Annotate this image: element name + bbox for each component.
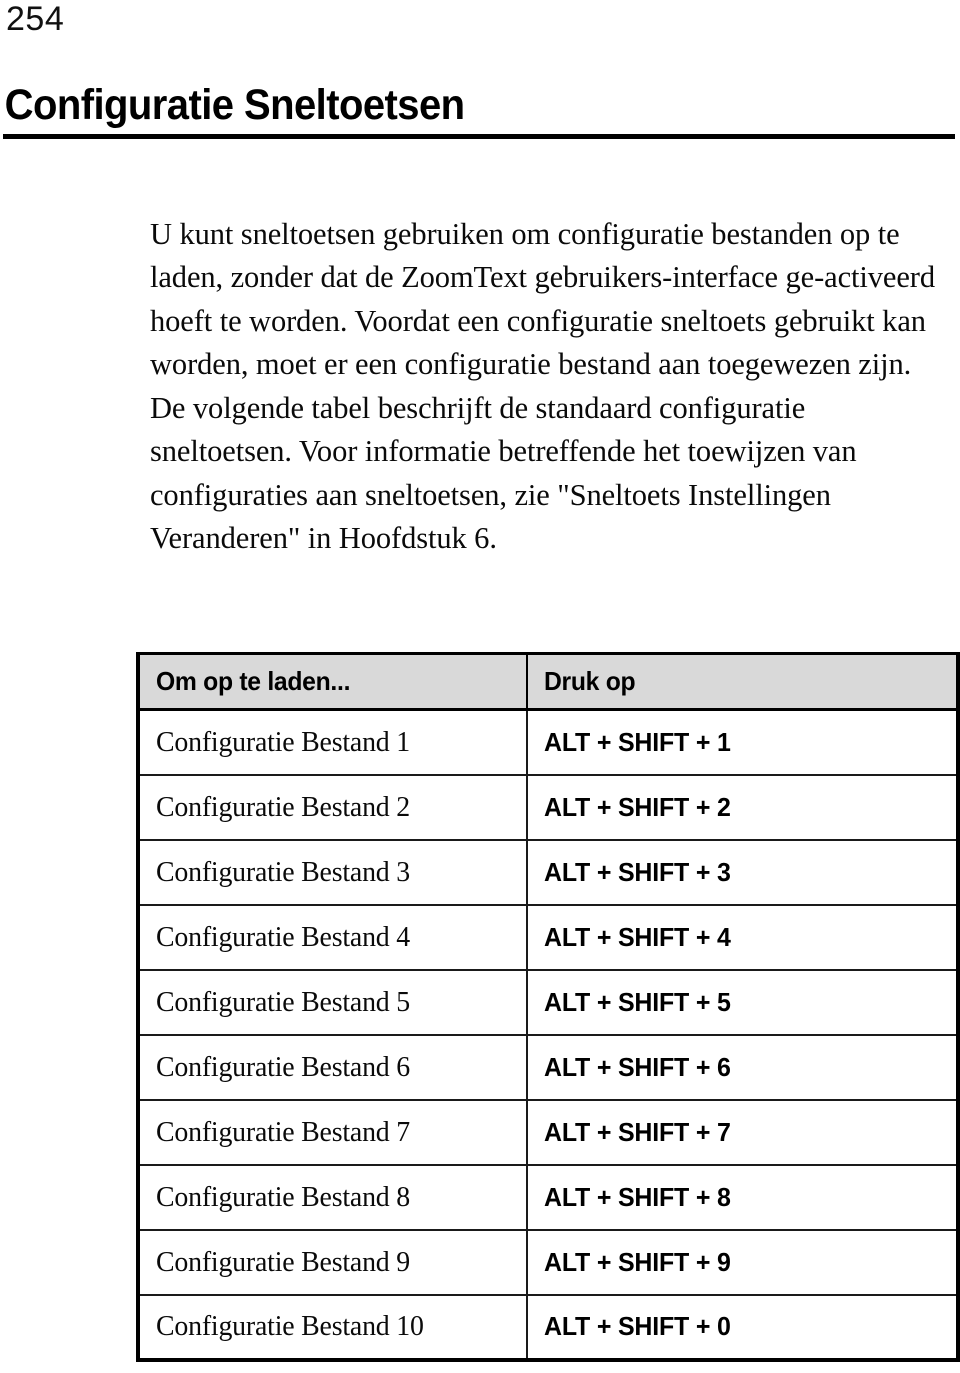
cell-action-label: Configuratie Bestand 3 (156, 855, 411, 888)
page-title: Configuratie Sneltoetsen (0, 81, 893, 129)
cell-keys: ALT + SHIFT + 1 (527, 709, 960, 776)
cell-keys-label: ALT + SHIFT + 6 (544, 1051, 731, 1082)
cell-keys: ALT + SHIFT + 9 (527, 1229, 960, 1296)
cell-action-label: Configuratie Bestand 5 (156, 985, 411, 1018)
table-row: Configuratie Bestand 8 ALT + SHIFT + 8 (136, 1164, 960, 1231)
cell-keys-label: ALT + SHIFT + 9 (544, 1246, 731, 1277)
page-heading-block: Configuratie Sneltoetsen (0, 81, 960, 139)
table-row: Configuratie Bestand 5 ALT + SHIFT + 5 (136, 969, 960, 1036)
column-header-keys-label: Druk op (544, 666, 636, 696)
cell-action-label: Configuratie Bestand 8 (156, 1180, 411, 1213)
cell-keys-label: ALT + SHIFT + 5 (544, 986, 731, 1017)
cell-keys: ALT + SHIFT + 7 (527, 1099, 960, 1166)
page-title-text: Configuratie Sneltoetsen (4, 81, 465, 129)
cell-keys: ALT + SHIFT + 5 (527, 969, 960, 1036)
table-row: Configuratie Bestand 3 ALT + SHIFT + 3 (136, 839, 960, 906)
cell-action: Configuratie Bestand 2 (136, 774, 528, 841)
table-header-row: Om op te laden... Druk op (136, 652, 960, 711)
intro-paragraph: U kunt sneltoetsen gebruiken om configur… (150, 216, 936, 556)
table-row: Configuratie Bestand 9 ALT + SHIFT + 9 (136, 1229, 960, 1296)
cell-keys: ALT + SHIFT + 6 (527, 1034, 960, 1101)
table-row: Configuratie Bestand 2 ALT + SHIFT + 2 (136, 774, 960, 841)
cell-action-label: Configuratie Bestand 4 (156, 920, 411, 953)
cell-action: Configuratie Bestand 9 (136, 1229, 528, 1296)
cell-keys: ALT + SHIFT + 8 (527, 1164, 960, 1231)
table-header: Om op te laden... Druk op (136, 652, 960, 711)
cell-action-label: Configuratie Bestand 2 (156, 790, 411, 823)
cell-keys-label: ALT + SHIFT + 1 (544, 726, 731, 757)
cell-action-label: Configuratie Bestand 6 (156, 1050, 411, 1083)
cell-action-label: Configuratie Bestand 1 (156, 725, 411, 758)
cell-action: Configuratie Bestand 10 (136, 1294, 528, 1362)
cell-keys: ALT + SHIFT + 0 (527, 1294, 960, 1362)
cell-action: Configuratie Bestand 8 (136, 1164, 528, 1231)
table-row: Configuratie Bestand 7 ALT + SHIFT + 7 (136, 1099, 960, 1166)
cell-action: Configuratie Bestand 3 (136, 839, 528, 906)
table-row: Configuratie Bestand 1 ALT + SHIFT + 1 (136, 709, 960, 776)
page-number: 254 (6, 0, 65, 38)
cell-keys-label: ALT + SHIFT + 7 (544, 1116, 731, 1147)
cell-keys: ALT + SHIFT + 2 (527, 774, 960, 841)
cell-keys-label: ALT + SHIFT + 4 (544, 921, 731, 952)
cell-action: Configuratie Bestand 7 (136, 1099, 528, 1166)
cell-keys-label: ALT + SHIFT + 0 (544, 1311, 731, 1341)
cell-action: Configuratie Bestand 4 (136, 904, 528, 971)
cell-action: Configuratie Bestand 5 (136, 969, 528, 1036)
table-row: Configuratie Bestand 4 ALT + SHIFT + 4 (136, 904, 960, 971)
cell-keys-label: ALT + SHIFT + 8 (544, 1181, 731, 1212)
cell-keys: ALT + SHIFT + 3 (527, 839, 960, 906)
column-header-action: Om op te laden... (136, 652, 528, 711)
column-header-keys: Druk op (527, 652, 960, 711)
cell-keys-label: ALT + SHIFT + 3 (544, 856, 731, 887)
table-row: Configuratie Bestand 6 ALT + SHIFT + 6 (136, 1034, 960, 1101)
cell-action-label: Configuratie Bestand 7 (156, 1115, 411, 1148)
configuration-shortcuts-table: Om op te laden... Druk op Configuratie B… (136, 652, 960, 1362)
cell-keys: ALT + SHIFT + 4 (527, 904, 960, 971)
cell-action-label: Configuratie Bestand 9 (156, 1245, 411, 1278)
cell-keys-label: ALT + SHIFT + 2 (544, 791, 731, 822)
title-horizontal-rule (3, 133, 955, 139)
column-header-action-label: Om op te laden... (156, 666, 351, 696)
table-row: Configuratie Bestand 10 ALT + SHIFT + 0 (136, 1294, 960, 1362)
cell-action: Configuratie Bestand 6 (136, 1034, 528, 1101)
cell-action: Configuratie Bestand 1 (136, 709, 528, 776)
cell-action-label: Configuratie Bestand 10 (156, 1310, 424, 1342)
table-body: Configuratie Bestand 1 ALT + SHIFT + 1 C… (136, 709, 960, 1362)
